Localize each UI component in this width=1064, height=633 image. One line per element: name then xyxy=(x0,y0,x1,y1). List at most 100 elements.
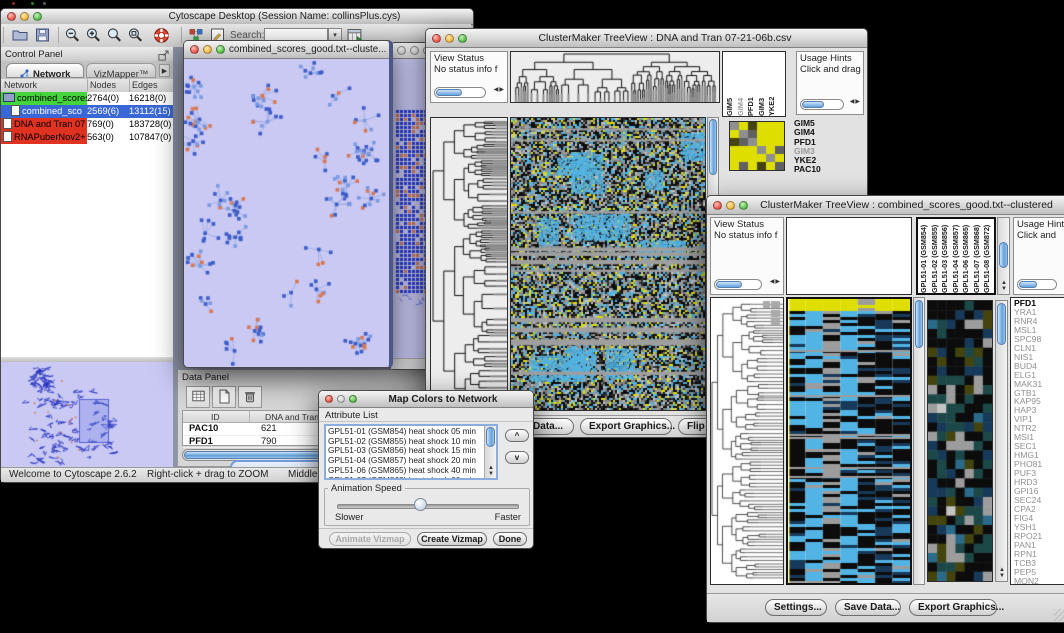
create-vizmap-button[interactable]: Create Vizmap xyxy=(417,532,487,546)
tv2-titlebar[interactable]: ClusterMaker TreeView : combined_scores_… xyxy=(707,196,1064,215)
tv1-heatmap[interactable] xyxy=(510,117,706,411)
scrollbar-thumb[interactable] xyxy=(436,89,462,96)
zoom-button[interactable] xyxy=(216,45,225,54)
edges-count: 107847(0) xyxy=(129,131,173,144)
column-header-nodes[interactable]: Nodes xyxy=(90,80,116,90)
tv1-column-labels[interactable]: GIM5GIM4PFD1GIM3YKE2PAC10 xyxy=(722,51,786,117)
tv1-row-dendrogram[interactable] xyxy=(430,117,508,411)
birdseye-view[interactable] xyxy=(1,362,173,467)
table-grid-icon[interactable] xyxy=(186,386,210,408)
minimize-button[interactable] xyxy=(726,201,735,210)
resize-grip[interactable] xyxy=(1054,609,1064,621)
zoom-in-icon[interactable] xyxy=(85,27,102,49)
zoom-fit-icon[interactable] xyxy=(127,27,144,49)
done-button[interactable]: Done xyxy=(493,532,527,546)
tv2-zoom-heatmap[interactable] xyxy=(927,300,993,582)
close-button[interactable] xyxy=(325,395,333,403)
minimize-button[interactable] xyxy=(337,395,345,403)
settings-button[interactable]: Settings... xyxy=(765,599,827,616)
dialog-titlebar[interactable]: Map Colors to Network xyxy=(319,391,533,408)
scrollbar-thumb[interactable] xyxy=(486,427,495,447)
scroll-arrows[interactable]: ▲▼ xyxy=(999,567,1005,579)
col-id[interactable]: ID xyxy=(211,412,220,422)
gene-label[interactable]: MON2 xyxy=(1014,577,1064,585)
scrollbar-thumb[interactable] xyxy=(802,101,824,108)
minimize-button[interactable] xyxy=(445,34,454,43)
move-down-button[interactable]: v xyxy=(505,451,529,464)
new-document-icon[interactable] xyxy=(212,386,236,408)
tv1-column-dendrogram[interactable] xyxy=(510,51,720,103)
tab-vizmapper[interactable]: VizMapper™ xyxy=(86,63,156,78)
scrollbar-thumb[interactable] xyxy=(997,303,1006,345)
scrollbar-thumb[interactable] xyxy=(915,300,923,348)
tv2-heatmap[interactable] xyxy=(786,297,912,585)
trash-icon[interactable] xyxy=(238,386,262,408)
network-canvas[interactable] xyxy=(184,59,389,368)
close-button[interactable] xyxy=(190,45,199,54)
tv2-zoom-vscrollbar[interactable]: ▲▼ xyxy=(995,300,1008,582)
save-data-button[interactable]: Save Data... xyxy=(835,599,901,616)
tab-network[interactable]: Network xyxy=(6,63,84,78)
network-name: combined_scores xyxy=(17,93,87,103)
attribute-list-vscrollbar[interactable]: ▲▼ xyxy=(484,426,496,478)
gene-label[interactable]: PAC10 xyxy=(794,165,856,174)
main-titlebar[interactable]: Cytoscape Desktop (Session Name: collins… xyxy=(1,9,473,25)
tv2-column-labels[interactable]: GPL51-01 (GSM854)GPL51-02 (GSM855)GPL51-… xyxy=(916,217,996,295)
zoom-out-icon[interactable] xyxy=(64,27,81,49)
tv1-status-hscrollbar[interactable] xyxy=(434,87,486,98)
tv2-collabel-vscrollbar[interactable]: ▲▼ xyxy=(997,217,1010,295)
export-graphics-button[interactable]: Export Graphics... xyxy=(909,599,997,616)
scrollbar-thumb[interactable] xyxy=(709,119,717,175)
export-graphics-button[interactable]: Export Graphics... xyxy=(580,418,672,435)
column-header-network[interactable]: Network xyxy=(4,80,37,90)
save-icon[interactable] xyxy=(34,27,51,48)
net1-titlebar[interactable]: combined_scores_good.txt--cluste... xyxy=(184,41,389,59)
column-label: GPL51-08 (GSM872) xyxy=(982,219,993,293)
attribute-item[interactable]: GPL51-07 (GSM868) heat shock 60 min xyxy=(328,476,494,480)
tv2-status-hscrollbar[interactable] xyxy=(714,279,762,290)
zoom-button[interactable] xyxy=(458,34,467,43)
minimize-button[interactable] xyxy=(410,46,419,55)
network-list-empty-area[interactable] xyxy=(1,144,173,358)
zoom-button[interactable] xyxy=(349,395,357,403)
close-button[interactable] xyxy=(432,34,441,43)
network-tree-row[interactable]: DNA and Tran 07769(0)183728(0) xyxy=(1,118,173,131)
animate-vizmap-button[interactable]: Animate Vizmap xyxy=(329,532,411,546)
scrollbar-thumb[interactable] xyxy=(1019,281,1037,288)
tv2-row-dendrogram[interactable] xyxy=(710,297,784,585)
open-folder-icon[interactable] xyxy=(11,27,29,48)
zoom-selected-icon[interactable] xyxy=(106,27,123,49)
zoom-button[interactable] xyxy=(33,12,42,21)
network-tree-row[interactable]: combined_scores2764(0)16218(0) xyxy=(1,92,173,105)
tv2-heatmap-vscrollbar[interactable] xyxy=(913,297,925,585)
zoom-button[interactable] xyxy=(739,201,748,210)
scroll-arrows[interactable]: ▲▼ xyxy=(1001,280,1007,292)
tv1-titlebar[interactable]: ClusterMaker TreeView : DNA and Tran 07-… xyxy=(426,29,867,48)
help-lifering-icon[interactable] xyxy=(153,27,170,49)
move-up-button[interactable]: ^ xyxy=(505,429,529,442)
tv1-zoom-heatmap[interactable] xyxy=(729,121,785,171)
birdseye-canvas[interactable] xyxy=(1,362,173,467)
scroll-arrows[interactable]: ◀▶ xyxy=(850,97,861,108)
close-button[interactable] xyxy=(713,201,722,210)
scroll-arrows[interactable]: ▲▼ xyxy=(488,465,494,477)
attribute-listbox[interactable]: GPL51-01 (GSM854) heat shock 05 minGPL51… xyxy=(324,424,498,480)
minimize-button[interactable] xyxy=(203,45,212,54)
speed-slider-track[interactable] xyxy=(337,504,519,509)
network-tree-row[interactable]: RNAPuberNov2+563(0)107847(0) xyxy=(1,131,173,144)
scrollbar-thumb[interactable] xyxy=(716,281,742,288)
tv2-column-dendrogram[interactable] xyxy=(786,217,912,295)
tv1-hints-hscrollbar[interactable] xyxy=(800,99,844,110)
scrollbar-thumb[interactable] xyxy=(999,242,1008,268)
tv2-hints-hscrollbar[interactable] xyxy=(1017,279,1057,290)
close-button[interactable] xyxy=(397,46,406,55)
tv2-button-bar: Settings... Save Data... Export Graphics… xyxy=(707,593,1064,622)
speed-slider-thumb[interactable] xyxy=(414,498,427,511)
scroll-arrows[interactable]: ◀▶ xyxy=(494,85,505,96)
scroll-arrows[interactable]: ◀▶ xyxy=(770,277,781,288)
column-header-edges[interactable]: Edges xyxy=(132,80,158,90)
tab-overflow-button[interactable]: ▶ xyxy=(159,64,170,77)
close-button[interactable] xyxy=(7,12,16,21)
network-tree-row[interactable]: combined_sco2569(6)13112(15) xyxy=(1,105,173,118)
minimize-button[interactable] xyxy=(20,12,29,21)
